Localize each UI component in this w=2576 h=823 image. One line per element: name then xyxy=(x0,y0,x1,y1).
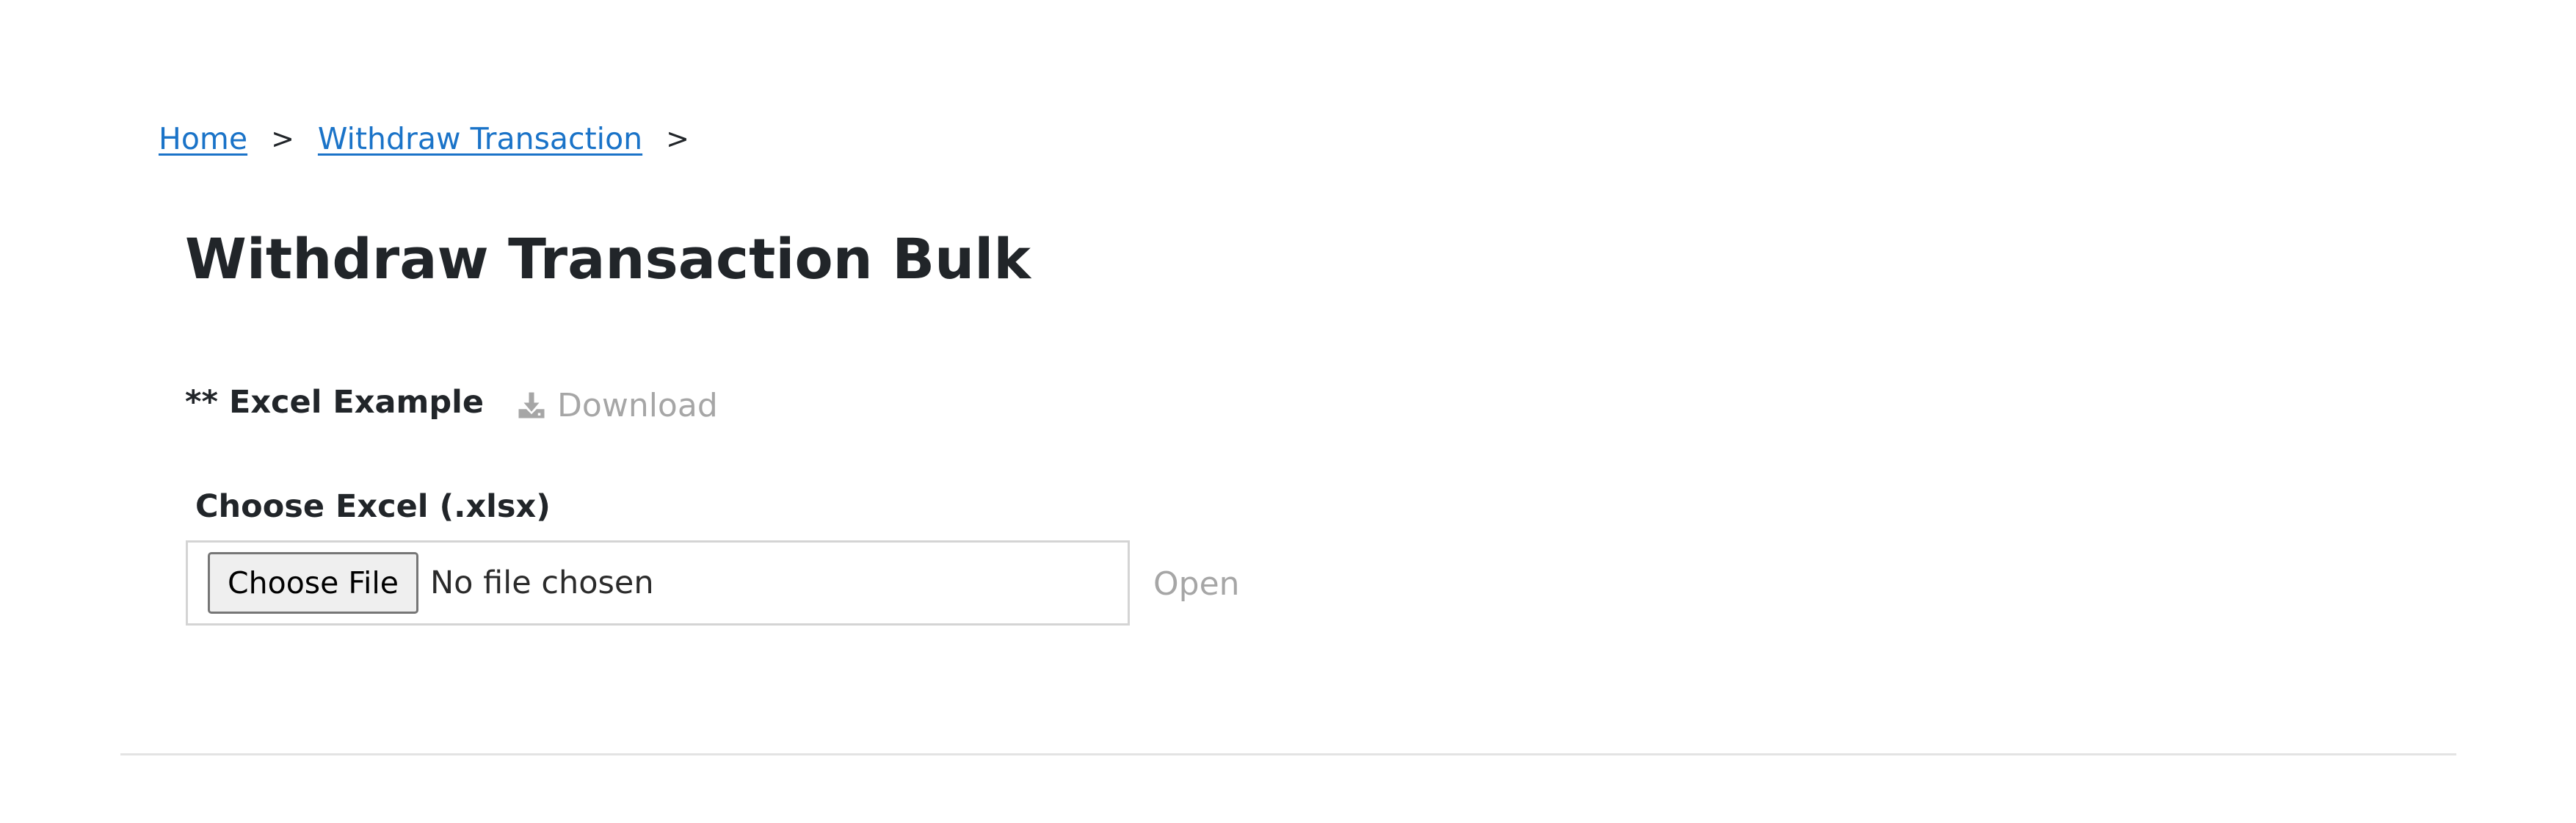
breadcrumb: Home > Withdraw Transaction > xyxy=(159,119,713,159)
breadcrumb-separator: > xyxy=(271,123,294,155)
download-icon xyxy=(518,392,545,418)
breadcrumb-withdraw-transaction-link[interactable]: Withdraw Transaction xyxy=(318,121,642,156)
excel-example-label: ** Excel Example xyxy=(185,384,485,421)
file-input[interactable]: Choose File No file chosen xyxy=(186,540,1130,626)
breadcrumb-separator: > xyxy=(666,123,689,155)
open-button[interactable]: Open xyxy=(1153,562,1240,606)
download-link[interactable]: Download xyxy=(516,387,718,424)
choose-file-button[interactable]: Choose File xyxy=(208,552,419,614)
divider xyxy=(120,753,2456,755)
file-upload-label: Choose Excel (.xlsx) xyxy=(195,488,551,525)
page-title: Withdraw Transaction Bulk xyxy=(185,226,1031,291)
download-label: Download xyxy=(557,386,718,424)
excel-example-row: ** Excel Example Download xyxy=(185,379,718,426)
file-status-text: No file chosen xyxy=(430,565,654,601)
breadcrumb-home-link[interactable]: Home xyxy=(159,121,247,156)
